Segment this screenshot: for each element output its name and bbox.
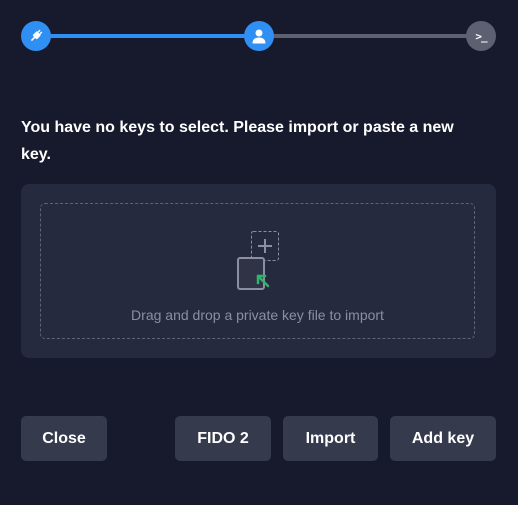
stepper-progress-line-pending	[259, 34, 481, 38]
step-connection[interactable]	[21, 21, 51, 51]
no-keys-message: You have no keys to select. Please impor…	[21, 119, 454, 163]
dropzone-instruction: Drag and drop a private key file to impo…	[131, 307, 384, 323]
import-button[interactable]: Import	[283, 416, 378, 461]
file-drop-icon	[237, 231, 281, 296]
close-button[interactable]: Close	[21, 416, 107, 461]
drop-panel: Drag and drop a private key file to impo…	[21, 184, 496, 358]
stepper-progress-line-complete	[36, 34, 259, 38]
stepper: >_	[21, 21, 496, 51]
add-key-button[interactable]: Add key	[390, 416, 496, 461]
user-icon	[252, 29, 266, 44]
fido2-button[interactable]: FIDO 2	[175, 416, 271, 461]
terminal-icon: >_	[475, 29, 487, 43]
step-terminal[interactable]: >_	[466, 21, 496, 51]
step-key-selection[interactable]	[244, 21, 274, 51]
plug-icon	[28, 28, 44, 44]
key-file-dropzone[interactable]: Drag and drop a private key file to impo…	[40, 203, 475, 339]
